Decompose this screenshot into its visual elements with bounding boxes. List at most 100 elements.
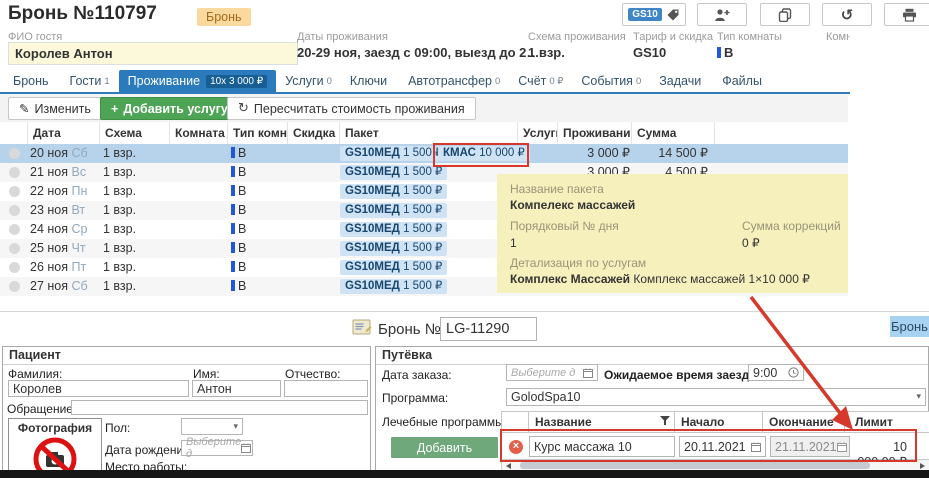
tariff-label: Тариф и скидка xyxy=(633,31,713,43)
package-tooltip: Название пакета Компелекс массажей Поряд… xyxy=(497,174,848,293)
plus-icon: + xyxy=(111,102,118,116)
scrollbar-thumb[interactable] xyxy=(520,462,870,469)
tooltip-day-value: 1 xyxy=(510,236,517,250)
tab-guests[interactable]: Гости1 xyxy=(61,70,119,92)
header-room-type[interactable]: Тип комна… xyxy=(228,122,288,144)
row-select-circle[interactable] xyxy=(9,167,20,178)
photo-placeholder[interactable]: Фотография xyxy=(8,418,102,478)
room-type-color-bar xyxy=(231,147,235,158)
card-number-input[interactable]: LG-11290 xyxy=(440,317,537,341)
surname-input[interactable]: Королев xyxy=(8,380,189,397)
room-type-color-bar xyxy=(231,280,235,291)
tab-services[interactable]: Услуги0 xyxy=(276,70,341,92)
tab-files[interactable]: Файлы xyxy=(713,70,774,92)
scheme-label: Схема проживания xyxy=(528,31,626,43)
room-type-color-bar xyxy=(231,204,235,215)
package-badge: GS10МЕД 1 500 ₽ xyxy=(340,260,447,275)
package-badge: GS10МЕД 1 500 ₽ xyxy=(340,279,447,294)
scroll-right-icon[interactable] xyxy=(920,463,925,469)
program-row-highlight-box xyxy=(500,429,917,462)
tag-icon xyxy=(666,8,680,22)
room-type-color-bar xyxy=(231,242,235,253)
refresh-icon: ↻ xyxy=(238,101,249,116)
calendar-icon xyxy=(241,443,251,453)
row-select-circle[interactable] xyxy=(9,205,20,216)
tab-transfer[interactable]: Автотрансфер0 xyxy=(399,70,509,92)
tab-invoice[interactable]: Счёт0 ₽ xyxy=(509,70,572,92)
row-select-circle[interactable] xyxy=(9,224,20,235)
edit-button[interactable]: ✎ Изменить xyxy=(8,97,102,120)
order-date-input[interactable]: Выберите д xyxy=(506,364,598,381)
tab-bar: Бронь Гости1 Проживание10x 3 000 ₽ Услуг… xyxy=(0,70,850,94)
scheme-value: 1 взр. xyxy=(528,45,565,60)
tab-keys[interactable]: Ключи xyxy=(341,70,399,92)
package-badge: GS10МЕД 1 500 ₽ xyxy=(340,203,447,218)
header-discount[interactable]: Скидка xyxy=(288,122,340,144)
row-select-circle[interactable] xyxy=(9,186,20,197)
history-button[interactable]: ↺ xyxy=(822,3,872,26)
header-scheme[interactable]: Схема xyxy=(100,122,170,144)
row-select-circle[interactable] xyxy=(9,243,20,254)
page-title: Бронь №110797 xyxy=(8,3,157,25)
bottom-edge-bar xyxy=(0,470,929,478)
patient-heading: Пациент xyxy=(3,347,370,365)
birth-date-input[interactable]: Выберите д xyxy=(181,440,253,456)
program-select[interactable]: GolodSpa10 ▾ xyxy=(506,388,926,406)
calendar-icon xyxy=(583,368,593,378)
card-status-badge[interactable]: Бронь xyxy=(890,316,929,337)
tab-tasks[interactable]: Задачи xyxy=(650,70,713,92)
gender-select[interactable]: ▾ xyxy=(181,418,243,435)
order-date-label: Дата заказа: xyxy=(382,368,452,382)
package-badge: GS10МЕД 1 500 ₽ xyxy=(340,146,447,161)
chevron-down-icon: ▾ xyxy=(916,392,921,402)
recalculate-button[interactable]: ↻ Пересчитать стоимость проживания xyxy=(227,97,476,120)
add-guest-button[interactable] xyxy=(697,3,747,26)
rate-tag-button[interactable]: GS10 xyxy=(622,3,686,26)
add-program-button[interactable]: Добавить xyxy=(391,437,498,458)
row-select-circle[interactable] xyxy=(9,281,20,292)
header-lodging[interactable]: Проживание xyxy=(558,122,632,144)
header-services[interactable]: Услуги xyxy=(518,122,558,144)
gender-label: Пол: xyxy=(105,421,130,435)
room-type-value: B xyxy=(717,45,733,60)
header-total[interactable]: Сумма xyxy=(632,122,715,144)
room-type-color-bar xyxy=(231,223,235,234)
header-package[interactable]: Пакет xyxy=(340,122,518,144)
surname-label: Фамилия: xyxy=(8,367,62,381)
room-type-label: Тип комнаты xyxy=(717,31,782,43)
print-button[interactable] xyxy=(884,3,929,26)
header-room[interactable]: Комната xyxy=(170,122,228,144)
package-badge: GS10МЕД 1 500 ₽ xyxy=(340,165,447,180)
name-label: Имя: xyxy=(193,367,220,381)
tariff-value: GS10 xyxy=(633,45,666,60)
tooltip-details-label: Детализация по услугам xyxy=(510,256,646,270)
patronymic-input[interactable] xyxy=(284,380,368,397)
printer-icon xyxy=(902,8,917,22)
copy-icon xyxy=(778,8,792,22)
tab-booking[interactable]: Бронь xyxy=(4,70,61,92)
patient-panel: Пациент Фамилия: Королев Имя: Антон Отче… xyxy=(2,346,371,473)
clock-icon xyxy=(788,367,799,378)
header-date[interactable]: Дата xyxy=(28,122,100,144)
tooltip-details-value: Комплекс Массажей Комплекс массажей 1×10… xyxy=(510,272,810,286)
tooltip-corrections-value: 0 ₽ xyxy=(742,236,760,250)
scroll-left-icon[interactable] xyxy=(506,463,511,469)
arrival-time-input[interactable]: 9:00 xyxy=(748,364,804,381)
add-service-button[interactable]: + Добавить услугу xyxy=(100,97,239,120)
name-input[interactable]: Антон xyxy=(192,380,281,397)
action-bar: ✎ Изменить + Добавить услугу ↻ Пересчита… xyxy=(0,94,848,123)
table-row[interactable]: 20 ноя Сб 1 взр. B GS10МЕД 1 500 ₽ КМАС … xyxy=(0,144,848,163)
copy-button[interactable] xyxy=(760,3,810,26)
patronymic-label: Отчество: xyxy=(285,367,341,381)
salutation-label: Обращение: xyxy=(7,402,76,416)
status-badge: Бронь xyxy=(197,8,251,26)
history-icon: ↺ xyxy=(841,8,854,22)
tab-lodging[interactable]: Проживание10x 3 000 ₽ xyxy=(119,70,276,92)
package-badge: GS10МЕД 1 500 ₽ xyxy=(340,222,447,237)
salutation-input[interactable] xyxy=(71,400,368,415)
tooltip-day-label: Порядковый № дня xyxy=(510,219,619,233)
tab-events[interactable]: События0 xyxy=(572,70,650,92)
row-select-circle[interactable] xyxy=(9,148,20,159)
guest-input[interactable]: Королев Антон xyxy=(8,42,298,65)
row-select-circle[interactable] xyxy=(9,262,20,273)
